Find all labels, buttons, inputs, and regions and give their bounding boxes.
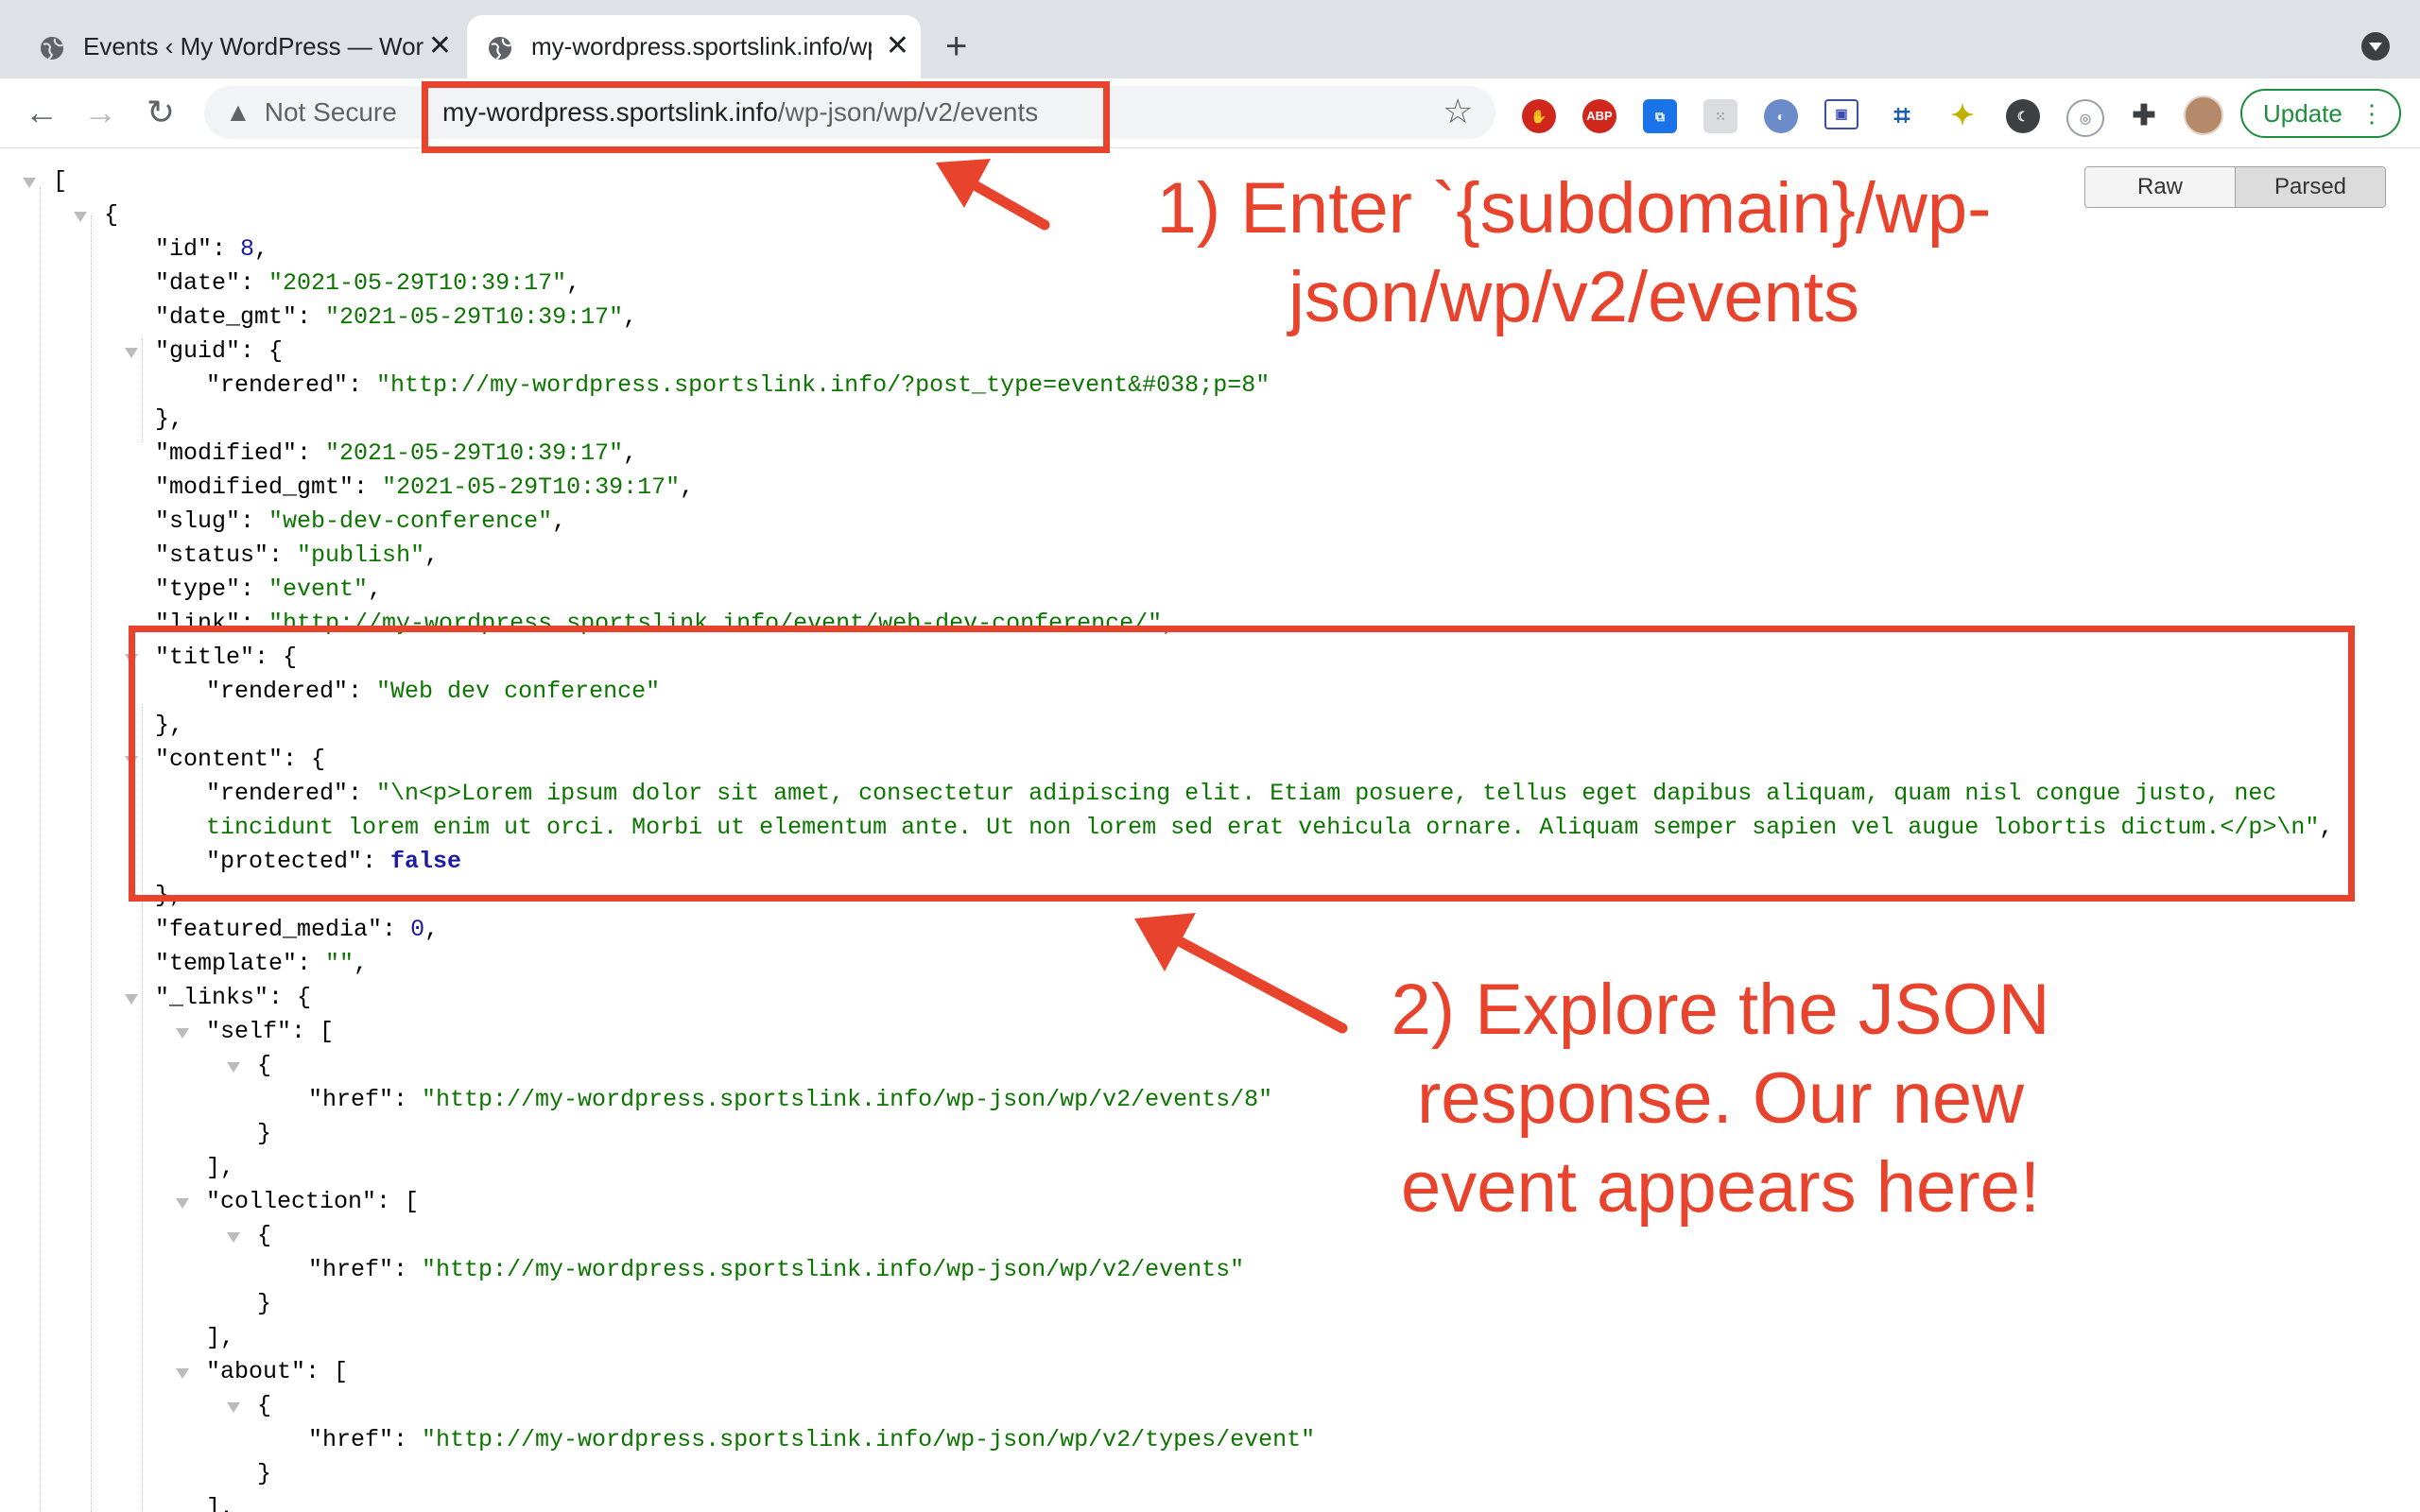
arrow-to-url [936,159,1050,231]
arrow-to-json [1134,913,1348,1034]
annotation-step-2: 2) Explore the JSON response. Our new ev… [1391,970,2050,1228]
annotation-step-1: 1) Enter `{subdomain}/wp-json/wp/v2/even… [1156,168,1992,337]
